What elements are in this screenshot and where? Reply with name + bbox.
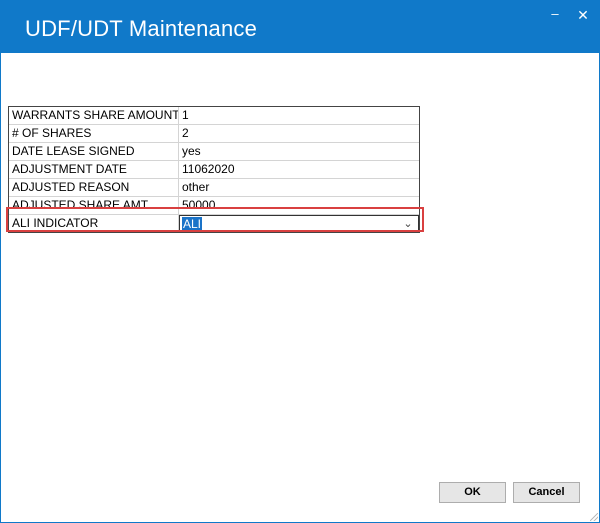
grid-row-date-lease-signed[interactable]: DATE LEASE SIGNED yes [9, 143, 419, 161]
dropdown-selected-value: ALI [182, 217, 203, 231]
grid-row-value[interactable]: yes [179, 143, 419, 160]
cancel-button[interactable]: Cancel [513, 482, 580, 503]
grid-row-value[interactable]: 1 [179, 107, 419, 124]
grid-row-label: DATE LEASE SIGNED [9, 143, 179, 160]
udf-udt-maintenance-window: UDF/UDT Maintenance – ✕ WARRANTS SHARE A… [0, 0, 600, 523]
grid-row-adjusted-share-amt[interactable]: ADJUSTED SHARE AMT 50000 [9, 197, 419, 215]
window-title: UDF/UDT Maintenance [25, 16, 258, 41]
grid-row-value[interactable]: other [179, 179, 419, 196]
chevron-down-icon[interactable]: ⌄ [402, 216, 414, 232]
resize-grip-icon[interactable] [590, 513, 598, 521]
grid-row-adjusted-reason[interactable]: ADJUSTED REASON other [9, 179, 419, 197]
grid-row-label: # OF SHARES [9, 125, 179, 142]
udf-grid: WARRANTS SHARE AMOUNT 1 # OF SHARES 2 DA… [8, 106, 420, 233]
ali-indicator-dropdown[interactable]: ALI ⌄ [179, 215, 419, 232]
grid-row-warrants-share-amount[interactable]: WARRANTS SHARE AMOUNT 1 [9, 107, 419, 125]
title-bar[interactable]: UDF/UDT Maintenance – ✕ [1, 1, 599, 53]
grid-row-label: ADJUSTMENT DATE [9, 161, 179, 178]
grid-row-label: ADJUSTED SHARE AMT [9, 197, 179, 214]
grid-row-adjustment-date[interactable]: ADJUSTMENT DATE 11062020 [9, 161, 419, 179]
grid-row-label: ADJUSTED REASON [9, 179, 179, 196]
grid-row-value[interactable]: 2 [179, 125, 419, 142]
grid-row-label: ALI INDICATOR [9, 215, 179, 232]
close-button[interactable]: ✕ [573, 5, 593, 25]
ok-button[interactable]: OK [439, 482, 506, 503]
grid-row-value[interactable]: 11062020 [179, 161, 419, 178]
grid-row-ali-indicator[interactable]: ALI INDICATOR ALI ⌄ [9, 215, 419, 232]
grid-row-number-of-shares[interactable]: # OF SHARES 2 [9, 125, 419, 143]
grid-row-label: WARRANTS SHARE AMOUNT [9, 107, 179, 124]
grid-row-value[interactable]: 50000 [179, 197, 419, 214]
minimize-button[interactable]: – [545, 4, 565, 24]
